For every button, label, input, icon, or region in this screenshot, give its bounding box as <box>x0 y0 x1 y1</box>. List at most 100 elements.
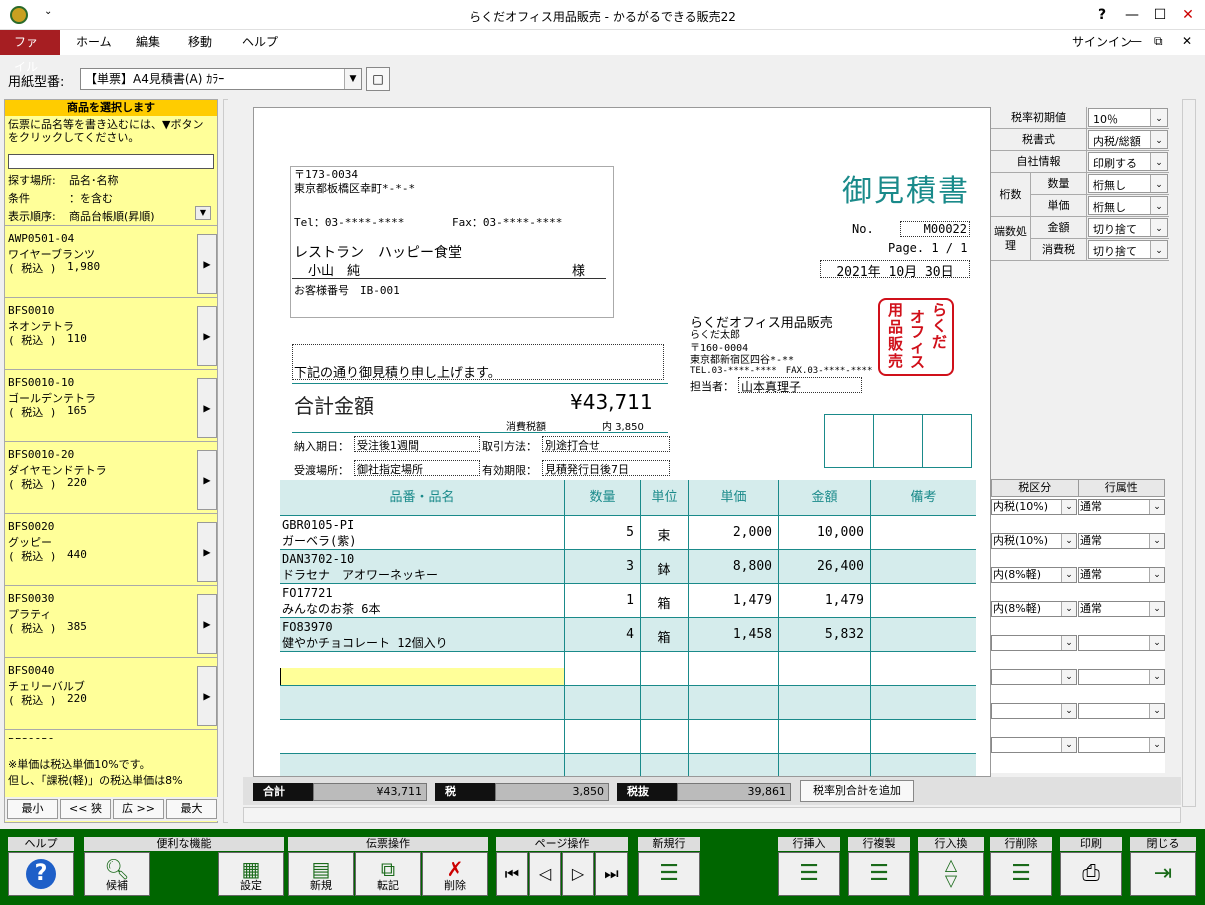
tax-class-select[interactable]: ⌄ <box>991 669 1077 685</box>
chevron-down-icon[interactable]: ⌄ <box>1150 153 1167 170</box>
ribbon-min-icon[interactable]: — <box>1130 34 1142 48</box>
chevron-down-icon[interactable]: ⌄ <box>1061 500 1076 514</box>
chevron-down-icon[interactable]: ⌄ <box>1149 738 1164 752</box>
line-code[interactable]: GBR0105-PI <box>282 518 354 532</box>
new-slip-button[interactable]: ▤ 新規 <box>288 852 354 896</box>
chevron-down-icon[interactable]: ⌄ <box>1150 175 1167 192</box>
amount-rounding-select[interactable]: 切り捨て ⌄ <box>1088 218 1168 237</box>
candidate-button[interactable]: 🔍︎ 候補 <box>84 852 150 896</box>
settings-button[interactable]: ▦ 設定 <box>218 852 284 896</box>
menu-home[interactable]: ホーム <box>62 30 126 55</box>
tax-class-select[interactable]: ⌄ <box>991 635 1077 651</box>
add-tax-total-button[interactable]: 税率別合計を追加 <box>800 780 914 802</box>
qty-digits-select[interactable]: 桁無し ⌄ <box>1088 174 1168 193</box>
line-qty[interactable]: 3 <box>564 559 634 574</box>
line-unit[interactable]: 箱 <box>640 593 688 612</box>
table-row[interactable]: DAN3702-10 ドラセナ アオワーネッキー 3 鉢 8,800 26,400 <box>280 550 976 584</box>
tax-class-select[interactable]: 内税(10%) ⌄ <box>991 533 1077 549</box>
last-page-button[interactable]: ⏭︎ <box>595 852 628 896</box>
tax-class-select[interactable]: 内(8%軽) ⌄ <box>991 567 1077 583</box>
chevron-down-icon[interactable]: ⌄ <box>1149 636 1164 650</box>
line-qty[interactable]: 1 <box>564 593 634 608</box>
condition-value[interactable]: ：を含む <box>69 190 113 206</box>
ctax-rounding-select[interactable]: 切り捨て ⌄ <box>1088 240 1168 259</box>
chevron-down-icon[interactable]: ⌄ <box>1150 197 1167 214</box>
product-item[interactable]: BFS0010 ネオンテトラ( 税込 ) 110 ▶ <box>5 298 217 370</box>
chevron-down-icon[interactable]: ⌄ <box>1150 219 1167 236</box>
line-name[interactable]: みんなのお茶 6本 <box>282 600 380 617</box>
line-price[interactable]: 8,800 <box>688 559 772 574</box>
tax-class-select[interactable]: 内税(10%) ⌄ <box>991 499 1077 515</box>
customer-person[interactable]: 小山 純 <box>308 260 360 279</box>
close-button[interactable]: ⇥ <box>1130 852 1196 896</box>
line-price[interactable]: 1,458 <box>688 627 772 642</box>
first-page-button[interactable]: ⏮︎ <box>496 852 528 896</box>
order-dropdown-icon[interactable]: ▼ <box>195 206 211 220</box>
menu-file[interactable]: ファイル <box>0 30 60 74</box>
chevron-down-icon[interactable]: ⌄ <box>1149 534 1164 548</box>
table-row[interactable] <box>280 720 976 754</box>
next-page-button[interactable]: ▷ <box>562 852 594 896</box>
chevron-down-icon[interactable]: ⌄ <box>1061 534 1076 548</box>
width-wide-button[interactable]: 広 >> <box>113 799 164 819</box>
product-item[interactable]: BFS0010-10 ゴールデンテトラ( 税込 ) 165 ▶ <box>5 370 217 442</box>
line-code[interactable]: DAN3702-10 <box>282 552 354 566</box>
tax-class-select[interactable]: ⌄ <box>991 703 1077 719</box>
table-row[interactable]: GBR0105-PI ガーベラ(紫) 5 束 2,000 10,000 <box>280 516 976 550</box>
select-arrow-icon[interactable]: ▶ <box>197 522 217 582</box>
select-arrow-icon[interactable]: ▶ <box>197 450 217 510</box>
tax-class-select[interactable]: ⌄ <box>991 737 1077 753</box>
product-item[interactable]: BFS0020 グッピー( 税込 ) 440 ▶ <box>5 514 217 586</box>
tax-format-select[interactable]: 内税/総額 ⌄ <box>1088 130 1168 149</box>
company-info-select[interactable]: 印刷する ⌄ <box>1088 152 1168 171</box>
customer-address[interactable]: 東京都板橋区幸町*-*-* <box>294 180 415 196</box>
table-row[interactable] <box>280 754 976 776</box>
select-arrow-icon[interactable]: ▶ <box>197 234 217 294</box>
select-arrow-icon[interactable]: ▶ <box>197 378 217 438</box>
tanto-name[interactable]: 山本真理子 <box>738 377 862 394</box>
prev-page-button[interactable]: ◁ <box>529 852 561 896</box>
table-row[interactable] <box>280 652 976 686</box>
line-name[interactable]: ガーベラ(紫) <box>282 532 356 549</box>
order-value[interactable]: 商品台帳順(昇順) <box>69 208 155 224</box>
doc-hscroll[interactable] <box>243 807 1181 823</box>
line-name[interactable]: 健やかチョコレート 12個入り <box>282 634 448 651</box>
line-unit[interactable]: 箱 <box>640 627 688 646</box>
chevron-down-icon[interactable]: ⌄ <box>1061 568 1076 582</box>
doc-no[interactable]: M00022 <box>900 221 970 237</box>
line-qty[interactable]: 5 <box>564 525 634 540</box>
product-item[interactable]: AWP0501-04 ワイヤーブランツ( 税込 ) 1,980 ▶ <box>5 226 217 298</box>
product-item[interactable]: BFS0030 プラティ( 税込 ) 385 ▶ <box>5 586 217 658</box>
main-vscroll[interactable] <box>1182 99 1196 807</box>
product-item[interactable]: BFS0050 <box>5 730 217 739</box>
help-icon[interactable]: ? <box>1090 4 1114 26</box>
tax-rate-select[interactable]: 10％ ⌄ <box>1088 108 1168 127</box>
maximize-icon[interactable]: ☐ <box>1148 4 1172 26</box>
line-unit[interactable]: 束 <box>640 525 688 544</box>
line-attr-select[interactable]: ⌄ <box>1078 669 1165 685</box>
line-amount[interactable]: 1,479 <box>778 593 864 608</box>
transfer-button[interactable]: ⧉ 転記 <box>355 852 421 896</box>
search-place-value[interactable]: 品名･名称 <box>69 172 119 188</box>
product-item[interactable]: BFS0040 チェリーバルブ( 税込 ) 220 ▶ <box>5 658 217 730</box>
menu-help[interactable]: ヘルプ <box>228 30 292 55</box>
valid-value[interactable]: 見積発行日後7日 <box>542 460 670 476</box>
method-value[interactable]: 別途打合せ <box>542 436 670 452</box>
line-attr-select[interactable]: 通常 ⌄ <box>1078 601 1165 617</box>
chevron-down-icon[interactable]: ⌄ <box>1149 704 1164 718</box>
chevron-down-icon[interactable]: ⌄ <box>1061 636 1076 650</box>
swap-line-button[interactable]: △ ▽ <box>918 852 984 896</box>
chevron-down-icon[interactable]: ⌄ <box>1149 602 1164 616</box>
customer-name[interactable]: レストラン ハッピー食堂 <box>294 242 462 262</box>
chevron-down-icon[interactable]: ⌄ <box>1061 602 1076 616</box>
line-name[interactable]: ドラセナ アオワーネッキー <box>282 566 438 583</box>
delete-slip-button[interactable]: ✗ 削除 <box>422 852 488 896</box>
select-arrow-icon[interactable]: ▶ <box>197 306 217 366</box>
product-search-input[interactable] <box>8 154 214 169</box>
table-row[interactable] <box>280 686 976 720</box>
select-arrow-icon[interactable]: ▶ <box>197 594 217 654</box>
doc-date[interactable]: 2021年 10月 30日 <box>820 260 970 280</box>
minimize-icon[interactable]: — <box>1120 4 1144 26</box>
width-narrow-button[interactable]: << 狭 <box>60 799 111 819</box>
chevron-down-icon[interactable]: ⌄ <box>1061 670 1076 684</box>
